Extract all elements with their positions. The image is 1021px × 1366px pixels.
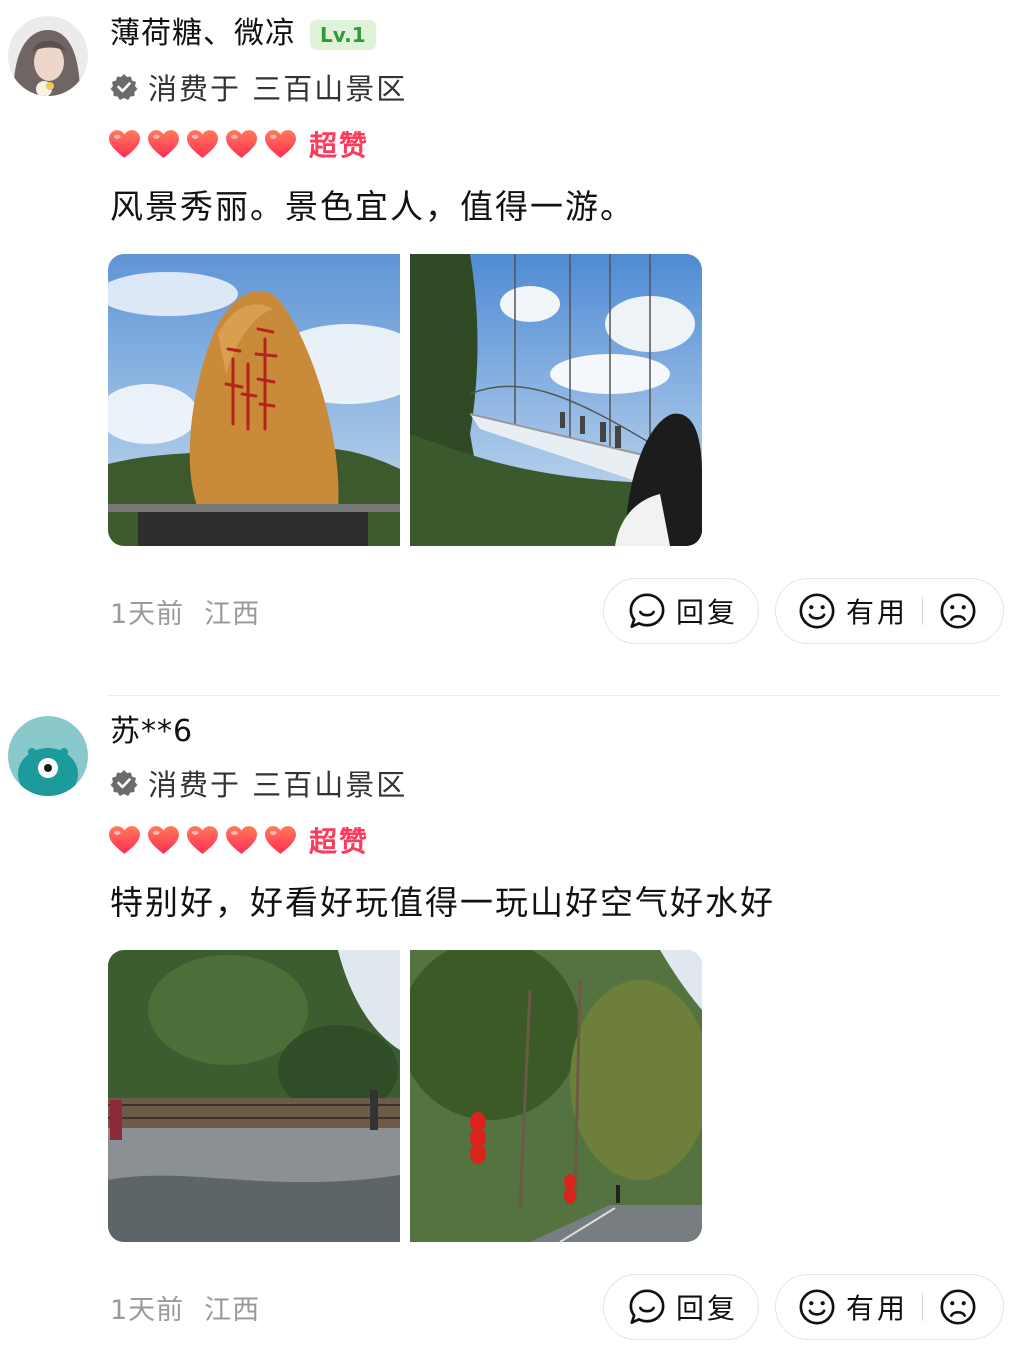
reply-label: 回复: [676, 596, 739, 629]
review-meta: 1天前 江西: [110, 592, 260, 631]
heart-icon: [225, 129, 258, 160]
review-photo[interactable]: [410, 950, 702, 1242]
verified-icon: [110, 769, 138, 797]
photo-grid: [108, 950, 702, 1242]
avatar[interactable]: [8, 716, 88, 796]
review-photo[interactable]: [108, 950, 400, 1242]
reply-button[interactable]: 回复: [603, 578, 759, 644]
divider: [922, 597, 924, 625]
review-location: 江西: [204, 599, 261, 630]
review-card: 薄荷糖、微凉 Lv.1 消费于 三百山景区 超赞 风景秀丽。景色宜人，值得一游。: [0, 0, 1021, 696]
review-text: 风景秀丽。景色宜人，值得一游。: [110, 187, 635, 226]
review-card: 苏**6 消费于 三百山景区 超赞 特别好，好看好玩值得一玩山好空气好水好 1天…: [0, 696, 1021, 1366]
comment-icon: [628, 592, 666, 630]
rating-label: 超赞: [309, 129, 370, 162]
heart-icon: [108, 129, 141, 160]
avatar[interactable]: [8, 16, 88, 96]
level-badge: Lv.1: [310, 20, 376, 50]
heart-icon: [147, 129, 180, 160]
useful-button-group: 有用: [775, 1274, 1004, 1340]
smile-icon[interactable]: [798, 592, 836, 630]
useful-label[interactable]: 有用: [846, 1287, 908, 1327]
review-photo[interactable]: [108, 254, 400, 546]
comment-icon: [628, 1288, 666, 1326]
heart-icon: [225, 825, 258, 856]
verified-purchase: 消费于 三百山景区: [110, 762, 407, 804]
heart-icon: [108, 825, 141, 856]
divider: [922, 1293, 924, 1321]
heart-icon: [147, 825, 180, 856]
heart-icon: [264, 825, 297, 856]
rating-label: 超赞: [309, 825, 370, 858]
verified-icon: [110, 73, 138, 101]
heart-icon: [186, 129, 219, 160]
review-meta: 1天前 江西: [110, 1288, 260, 1327]
rating: 超赞: [108, 820, 369, 860]
username[interactable]: 薄荷糖、微凉: [110, 14, 296, 54]
frown-icon[interactable]: [939, 1288, 977, 1326]
heart-icon: [186, 825, 219, 856]
heart-icon: [264, 129, 297, 160]
verified-text: 消费于 三百山景区: [148, 768, 408, 802]
smile-icon[interactable]: [798, 1288, 836, 1326]
username[interactable]: 苏**6: [110, 712, 193, 752]
verified-text: 消费于 三百山景区: [148, 72, 408, 106]
verified-purchase: 消费于 三百山景区: [110, 66, 407, 108]
photo-grid: [108, 254, 702, 546]
review-time: 1天前: [110, 599, 185, 630]
review-location: 江西: [204, 1295, 261, 1326]
frown-icon[interactable]: [939, 592, 977, 630]
rating: 超赞: [108, 124, 369, 164]
review-time: 1天前: [110, 1295, 185, 1326]
useful-label[interactable]: 有用: [846, 591, 908, 631]
review-photo[interactable]: [410, 254, 702, 546]
useful-button-group: 有用: [775, 578, 1004, 644]
reply-label: 回复: [676, 1292, 739, 1325]
reply-button[interactable]: 回复: [603, 1274, 759, 1340]
review-text: 特别好，好看好玩值得一玩山好空气好水好: [110, 883, 775, 922]
